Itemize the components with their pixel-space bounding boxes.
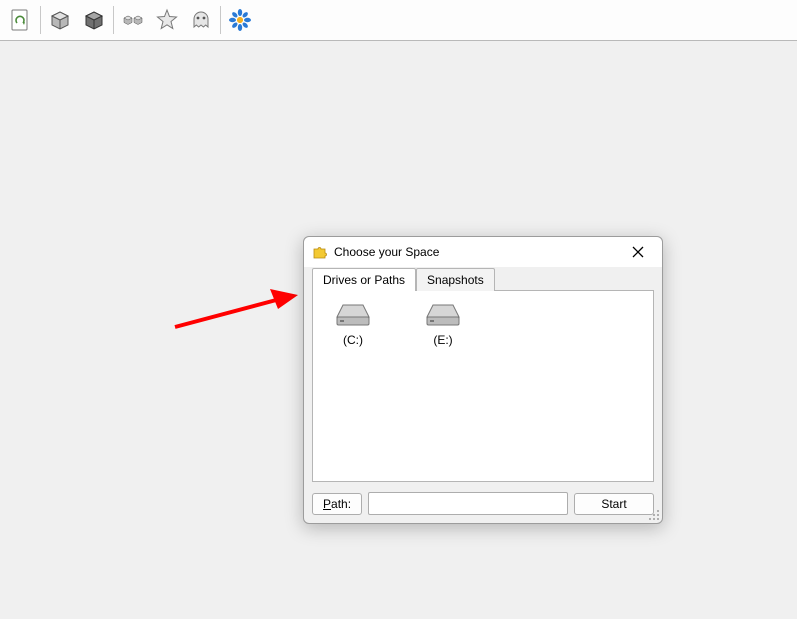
resize-grip-icon[interactable] [648,509,660,521]
cube-dark-icon [82,8,106,32]
toolbar-separator [220,6,221,34]
close-button[interactable] [622,240,654,264]
main-area: Choose your Space Drives or Paths Snapsh… [0,41,797,619]
path-button[interactable]: Path: [312,493,362,515]
tab-label: Snapshots [427,273,484,287]
cube-dark-button[interactable] [77,3,111,37]
tab-bar: Drives or Paths Snapshots [312,268,654,291]
drive-item-c[interactable]: (C:) [323,301,383,347]
star-button[interactable] [150,3,184,37]
ghost-button[interactable] [184,3,218,37]
dialog-titlebar[interactable]: Choose your Space [304,237,662,267]
path-button-label-rest: ath: [331,497,351,511]
settings-flower-button[interactable] [223,3,257,37]
dialog-title: Choose your Space [334,245,622,259]
dialog-bottom-row: Path: Start [312,492,654,515]
toolbar-separator [113,6,114,34]
puzzle-icon [312,244,328,260]
close-icon [632,246,644,258]
cube-icon [48,8,72,32]
refresh-button[interactable] [4,3,38,37]
start-button[interactable]: Start [574,493,654,515]
star-icon [155,8,179,32]
drive-item-e[interactable]: (E:) [413,301,473,347]
cubes-small-icon [121,8,145,32]
drive-label: (C:) [323,333,383,347]
gear-flower-icon [228,8,252,32]
refresh-icon [10,9,32,31]
annotation-arrow-icon [170,287,300,337]
tab-drives[interactable]: Drives or Paths [312,268,416,291]
small-cubes-button[interactable] [116,3,150,37]
drive-label: (E:) [413,333,473,347]
drives-pane: (C:) (E:) [312,290,654,482]
hard-drive-icon [423,301,463,329]
path-input[interactable] [368,492,568,515]
tab-label: Drives or Paths [323,273,405,287]
hard-drive-icon [333,301,373,329]
cube-button[interactable] [43,3,77,37]
tab-snapshots[interactable]: Snapshots [416,268,495,291]
choose-space-dialog: Choose your Space Drives or Paths Snapsh… [303,236,663,524]
main-toolbar [0,0,797,41]
ghost-icon [189,8,213,32]
toolbar-separator [40,6,41,34]
dialog-body: Drives or Paths Snapshots (C:) [304,267,662,523]
